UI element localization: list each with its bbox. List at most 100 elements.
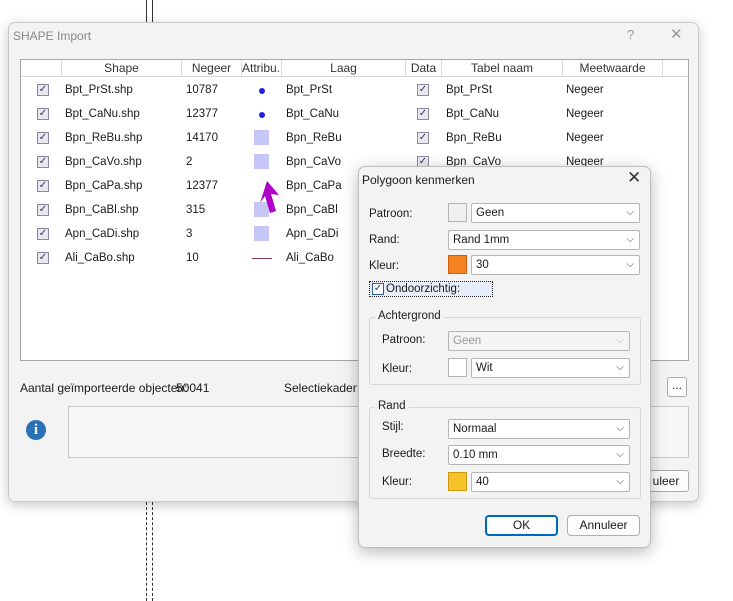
laag-cell: Bpn_CaPa bbox=[286, 180, 342, 192]
opaque-checkbox[interactable]: ✓ bbox=[372, 283, 384, 295]
chevron-down-icon: ⌵ bbox=[616, 476, 624, 487]
border-style-value: Normaal bbox=[453, 423, 497, 435]
meetwaarde-cell[interactable]: Negeer bbox=[566, 102, 604, 126]
close-icon[interactable]: ✕ bbox=[627, 168, 641, 188]
line-symbol-icon[interactable] bbox=[252, 258, 272, 259]
close-icon[interactable]: ✕ bbox=[670, 25, 683, 43]
column-header-negeer[interactable]: Negeer bbox=[182, 60, 242, 77]
column-header-data[interactable]: Data bbox=[406, 60, 442, 77]
shape-cell: Bpn_CaBl.shp bbox=[65, 204, 139, 216]
imported-count-value: 50041 bbox=[176, 381, 210, 395]
background-line-left-lower bbox=[146, 502, 147, 601]
border-style-select[interactable]: Normaal ⌵ bbox=[448, 419, 630, 439]
polygon-properties-dialog: Polygoon kenmerken ✕ Patroon: Geen ⌵ Ran… bbox=[358, 166, 651, 548]
row-checkbox[interactable]: ✓ bbox=[37, 228, 49, 240]
chevron-down-icon: ⌵ bbox=[626, 259, 634, 270]
row-checkbox[interactable]: ✓ bbox=[37, 108, 49, 120]
row-checkbox[interactable]: ✓ bbox=[37, 180, 49, 192]
background-color-select[interactable]: Wit ⌵ bbox=[471, 358, 630, 378]
column-header-tabel-naam[interactable]: Tabel naam bbox=[442, 60, 563, 77]
help-icon[interactable]: ? bbox=[627, 27, 634, 42]
data-checkbox[interactable]: ✓ bbox=[417, 132, 429, 144]
meetwaarde-cell[interactable]: Negeer bbox=[566, 126, 604, 150]
table-row[interactable]: ✓ Bpt_PrSt.shp 10787 Bpt_PrSt ✓ Bpt_PrSt… bbox=[21, 78, 688, 102]
tabel-cell: Bpt_CaNu bbox=[446, 108, 500, 120]
laag-cell: Apn_CaDi bbox=[286, 228, 339, 240]
row-checkbox[interactable]: ✓ bbox=[37, 156, 49, 168]
border-color-select[interactable]: 40 ⌵ bbox=[471, 472, 630, 492]
pattern-swatch[interactable] bbox=[448, 203, 467, 222]
background-line-right bbox=[152, 0, 153, 22]
negeer-cell: 12377 bbox=[186, 180, 218, 192]
chevron-down-icon: ⌵ bbox=[616, 423, 624, 434]
negeer-cell: 2 bbox=[186, 156, 193, 168]
cancel-button-label: uleer bbox=[652, 474, 680, 488]
border-color-value: 40 bbox=[476, 476, 489, 488]
row-checkbox[interactable]: ✓ bbox=[37, 84, 49, 96]
chevron-down-icon: ⌵ bbox=[626, 207, 634, 218]
column-header-attribuut[interactable]: Attribu... bbox=[242, 60, 282, 77]
point-symbol-icon[interactable] bbox=[259, 112, 265, 118]
background-line-left bbox=[146, 0, 147, 22]
meetwaarde-cell[interactable]: Negeer bbox=[566, 78, 604, 102]
border-style-label: Stijl: bbox=[382, 421, 404, 433]
shape-cell: Ali_CaBo.shp bbox=[65, 252, 135, 264]
data-checkbox[interactable]: ✓ bbox=[417, 108, 429, 120]
background-pattern-select: Geen ⌵ bbox=[448, 331, 630, 351]
opaque-label: Ondoorzichtig: bbox=[386, 283, 461, 295]
ok-button[interactable]: OK bbox=[485, 515, 558, 536]
border-group-title: Rand bbox=[375, 400, 409, 412]
table-row[interactable]: ✓ Bpn_ReBu.shp 14170 Bpn_ReBu ✓ Bpn_ReBu… bbox=[21, 126, 688, 150]
row-checkbox[interactable]: ✓ bbox=[37, 252, 49, 264]
background-line-right-lower bbox=[152, 502, 153, 601]
negeer-cell: 12377 bbox=[186, 108, 218, 120]
table-row[interactable]: ✓ Bpt_CaNu.shp 12377 Bpt_CaNu ✓ Bpt_CaNu… bbox=[21, 102, 688, 126]
browse-button[interactable]: ... bbox=[667, 377, 687, 397]
background-pattern-value: Geen bbox=[453, 335, 482, 347]
border-label: Rand: bbox=[369, 234, 400, 246]
shape-cell: Bpn_CaPa.shp bbox=[65, 180, 143, 192]
color-label: Kleur: bbox=[369, 260, 400, 272]
color-swatch[interactable] bbox=[448, 255, 467, 274]
selection-frame-label: Selectiekader: bbox=[284, 381, 361, 395]
polygon-symbol-icon[interactable] bbox=[254, 154, 269, 169]
color-select[interactable]: 30 ⌵ bbox=[471, 255, 640, 275]
cancel-button[interactable]: Annuleer bbox=[567, 515, 640, 536]
column-header-check bbox=[21, 60, 62, 77]
border-width-value: 0.10 mm bbox=[453, 449, 498, 461]
tabel-cell: Bpn_ReBu bbox=[446, 132, 502, 144]
dialog-title: Polygoon kenmerken bbox=[362, 173, 475, 187]
chevron-down-icon: ⌵ bbox=[616, 335, 624, 346]
chevron-down-icon: ⌵ bbox=[616, 449, 624, 460]
negeer-cell: 10787 bbox=[186, 84, 218, 96]
background-group-title: Achtergrond bbox=[375, 310, 444, 322]
negeer-cell: 14170 bbox=[186, 132, 218, 144]
opaque-checkbox-row[interactable]: ✓ Ondoorzichtig: bbox=[369, 281, 493, 297]
border-color-label: Kleur: bbox=[382, 476, 413, 488]
background-color-swatch[interactable] bbox=[448, 358, 467, 377]
negeer-cell: 315 bbox=[186, 204, 206, 216]
border-select[interactable]: Rand 1mm ⌵ bbox=[448, 230, 640, 250]
point-symbol-icon[interactable] bbox=[259, 88, 265, 94]
laag-cell: Bpt_CaNu bbox=[286, 108, 340, 120]
column-header-laag[interactable]: Laag bbox=[282, 60, 406, 77]
column-header-meetwaarde[interactable]: Meetwaarde bbox=[563, 60, 663, 77]
pattern-select[interactable]: Geen ⌵ bbox=[471, 203, 640, 223]
tabel-cell: Bpt_PrSt bbox=[446, 84, 493, 96]
polygon-symbol-icon[interactable] bbox=[254, 130, 269, 145]
negeer-cell: 3 bbox=[186, 228, 193, 240]
color-select-value: 30 bbox=[476, 259, 489, 271]
background-color-value: Wit bbox=[476, 362, 493, 374]
data-checkbox[interactable]: ✓ bbox=[417, 84, 429, 96]
laag-cell: Bpn_ReBu bbox=[286, 132, 342, 144]
border-select-value: Rand 1mm bbox=[453, 234, 510, 246]
row-checkbox[interactable]: ✓ bbox=[37, 204, 49, 216]
column-header-shape[interactable]: Shape bbox=[62, 60, 182, 77]
laag-cell: Bpn_CaVo bbox=[286, 156, 341, 168]
chevron-down-icon: ⌵ bbox=[626, 234, 634, 245]
pattern-label: Patroon: bbox=[369, 208, 413, 220]
info-icon: i bbox=[26, 420, 46, 440]
border-width-select[interactable]: 0.10 mm ⌵ bbox=[448, 445, 630, 465]
border-color-swatch[interactable] bbox=[448, 472, 467, 491]
row-checkbox[interactable]: ✓ bbox=[37, 132, 49, 144]
